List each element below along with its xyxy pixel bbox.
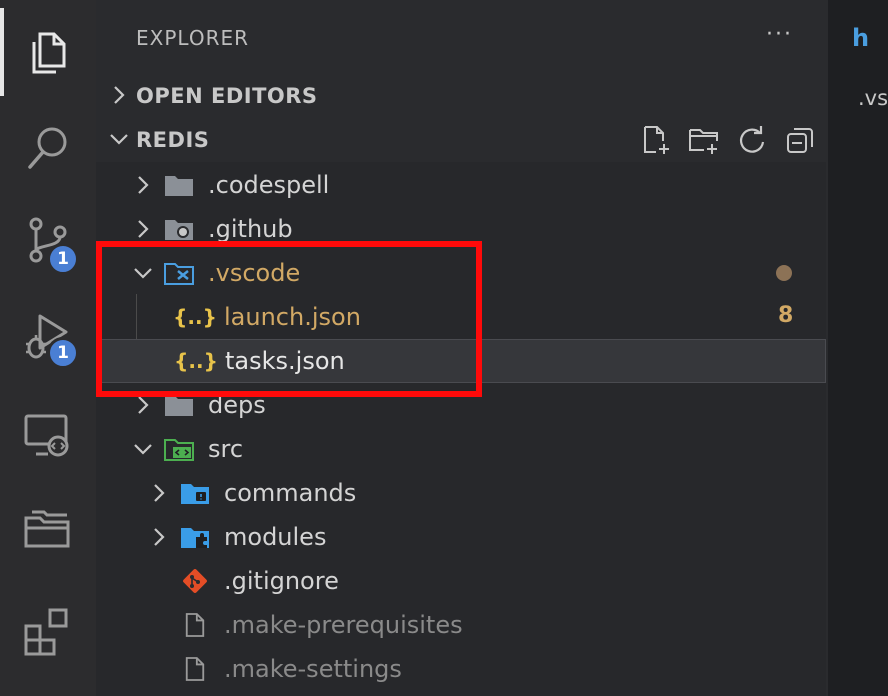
tree-item-github[interactable]: .github (96, 207, 826, 251)
tree-item-deps[interactable]: deps (96, 383, 826, 427)
folder-icon (164, 171, 194, 199)
explorer-activity[interactable] (0, 8, 96, 96)
chevron-right-icon (154, 528, 165, 546)
chevron-down-icon (110, 134, 128, 145)
src-folder-icon (164, 435, 194, 463)
new-folder-icon (689, 129, 718, 154)
folders-activity[interactable] (0, 486, 96, 574)
tree-item-label: deps (208, 391, 266, 419)
explorer-title: EXPLORER (136, 26, 249, 50)
tree-item-label: launch.json (224, 303, 361, 331)
workspace-label: REDIS (136, 128, 210, 152)
refresh-button[interactable] (736, 124, 768, 156)
chevron-right-icon (138, 176, 149, 194)
scm-badge: 1 (47, 243, 79, 275)
collapse-all-button[interactable] (784, 124, 816, 156)
folders-icon (24, 510, 70, 548)
tree-item-label: commands (224, 479, 357, 507)
run-debug-activity[interactable]: 1 (0, 290, 96, 378)
search-activity[interactable] (0, 104, 96, 192)
tree-item-label: .codespell (208, 171, 330, 199)
tree-item-label: .vscode (208, 259, 301, 287)
tree-item-make-settings[interactable]: .make-settings (96, 647, 826, 691)
github-folder-icon (164, 215, 194, 243)
tree-item-label: .gitignore (224, 567, 339, 595)
chevron-right-icon (138, 220, 149, 238)
open-editors-section[interactable]: OPEN EDITORS (96, 76, 826, 116)
extensions-activity[interactable] (0, 586, 96, 674)
chevron-down-icon (134, 268, 152, 279)
new-folder-button[interactable] (688, 124, 720, 156)
tree-item-vscode[interactable]: .vscode (96, 251, 826, 295)
editor-area: h .vs (828, 0, 888, 696)
problems-count-badge: 8 (778, 303, 794, 328)
explorer-sidebar: EXPLORER ··· OPEN EDITORS REDIS .codespe… (96, 0, 828, 696)
debug-badge: 1 (47, 337, 79, 369)
tree-item-label: tasks.json (225, 347, 345, 375)
modules-folder-icon (180, 523, 210, 551)
files-icon (32, 32, 66, 74)
remote-explorer-icon (24, 414, 69, 457)
tree-item-make-prerequisites[interactable]: .make-prerequisites (96, 603, 826, 647)
tree-item-tasks-json[interactable]: {..} tasks.json (96, 339, 826, 383)
editor-tab[interactable]: h (852, 24, 869, 52)
tree-item-commands[interactable]: commands (96, 471, 826, 515)
activity-bar: 1 1 (0, 0, 96, 696)
extensions-icon (24, 608, 68, 656)
tree-item-src[interactable]: src (96, 427, 826, 471)
chevron-right-icon (138, 396, 149, 414)
file-icon (180, 611, 210, 639)
chevron-right-icon (114, 86, 125, 104)
commands-folder-icon (180, 479, 210, 507)
new-file-button[interactable] (640, 124, 672, 156)
file-icon (180, 655, 210, 683)
new-file-icon (644, 126, 669, 154)
source-control-activity[interactable]: 1 (0, 196, 96, 284)
remote-explorer-activity[interactable] (0, 392, 96, 480)
tree-item-label: modules (224, 523, 327, 551)
more-actions-button[interactable]: ··· (766, 22, 793, 47)
chevron-down-icon (134, 444, 152, 455)
chevron-right-icon (154, 484, 165, 502)
editor-breadcrumb[interactable]: .vs (858, 86, 888, 110)
modified-dot-icon (776, 265, 792, 281)
tree-item-label: .make-settings (224, 655, 402, 683)
tree-item-gitignore[interactable]: .gitignore (96, 559, 826, 603)
collapse-all-icon (787, 128, 813, 153)
folder-icon (164, 391, 194, 419)
tree-item-launch-json[interactable]: {..} launch.json 8 (96, 295, 826, 339)
tree-item-modules[interactable]: modules (96, 515, 826, 559)
tree-item-label: src (208, 435, 244, 463)
json-file-icon: {..} (173, 305, 217, 329)
tree-item-label: .make-prerequisites (224, 611, 463, 639)
vscode-folder-icon (164, 259, 194, 287)
json-file-icon: {..} (174, 349, 218, 373)
refresh-icon (740, 126, 765, 153)
search-icon (28, 127, 67, 169)
explorer-toolbar (640, 124, 816, 156)
open-editors-label: OPEN EDITORS (136, 84, 318, 108)
tree-item-codespell[interactable]: .codespell (96, 163, 826, 207)
git-file-icon (180, 567, 210, 595)
tree-item-label: .github (208, 215, 293, 243)
